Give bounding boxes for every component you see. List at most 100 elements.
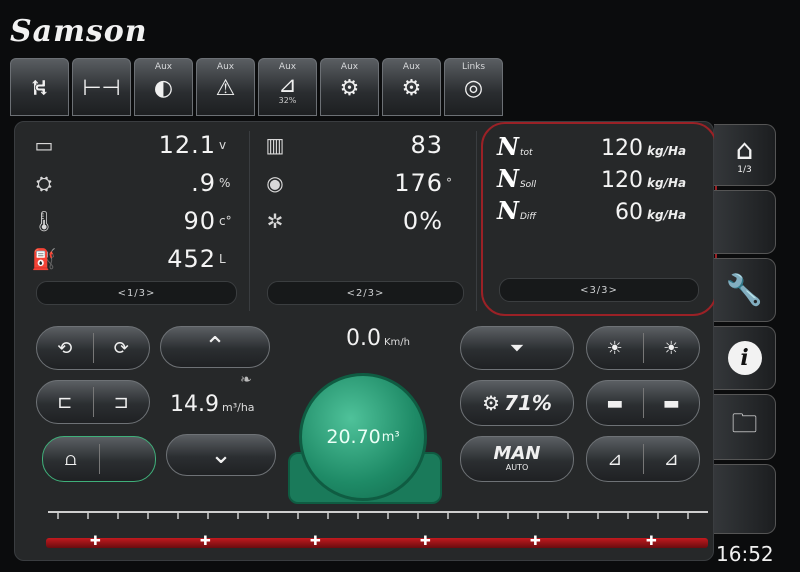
light-toggle-button[interactable]: ☀ ☀ <box>586 326 700 370</box>
work-light-left-icon: ☀ <box>606 337 623 359</box>
battery-row: ▭ 12.1 v <box>24 131 249 159</box>
spread-right-icon: ⊿ <box>663 448 679 470</box>
chevron-up-icon: ⌃ <box>204 332 226 362</box>
heading-row: ◉ 176 ° <box>255 169 476 197</box>
axle-icon: ⊢⊣ <box>82 76 121 101</box>
speed-readout: 0.0 Km/h <box>346 326 410 351</box>
n-sub: Soll <box>519 180 537 190</box>
n-sub: Diff <box>519 212 536 222</box>
beacon-icon: ⚠ <box>215 76 236 101</box>
engine-icon: ⛭ <box>36 171 52 195</box>
side-tab-empty[interactable] <box>714 190 776 254</box>
fuel-value: 452 <box>167 245 216 273</box>
fuel-unit: L <box>219 252 226 266</box>
rotate-left-icon: ⟲ <box>57 337 73 359</box>
map-icon: ▥ <box>265 133 285 157</box>
home-page-label: 1/3 <box>737 165 752 175</box>
n-soll-row: N Soll 120 kg/Ha <box>497 164 699 193</box>
wrench-icon: 🔧 <box>725 272 764 308</box>
tank-gauge[interactable]: 20.70 m³ <box>299 373 427 501</box>
side-tab-blank[interactable] <box>714 464 776 534</box>
battery-value: 12.1 <box>158 131 216 159</box>
hopper-icon: ⏷ <box>509 337 525 359</box>
pump-icon: ⚙ <box>401 76 422 101</box>
pager-1[interactable]: <1/3> <box>36 281 237 305</box>
temperature-value: 90 <box>183 207 216 235</box>
heading-value: 176 <box>394 169 443 197</box>
area-value: 83 <box>410 131 443 159</box>
rotate-right-icon: ⟳ <box>113 337 129 359</box>
side-tab-settings[interactable]: 🔧 <box>714 258 776 322</box>
engine-value: .9 <box>191 169 216 197</box>
n-total-value: 120 <box>601 136 643 161</box>
tab-aux-level[interactable]: Aux ⊿ 32% <box>258 58 317 116</box>
boom-fold-button[interactable]: ⊏ ⊐ <box>36 380 150 424</box>
man-label: MAN <box>493 443 541 464</box>
spreader-angle-button[interactable]: ⊿ ⊿ <box>586 436 700 482</box>
tab-links[interactable]: Links ◎ <box>444 58 503 116</box>
home-icon: ⌂ <box>735 133 754 166</box>
level-icon: ⊿ <box>278 73 297 98</box>
divider <box>98 443 100 475</box>
pager-2[interactable]: <2/3> <box>267 281 464 305</box>
tab-aux-pump[interactable]: Aux ⚙ <box>382 58 441 116</box>
auto-label: AUTO <box>505 463 529 472</box>
folder-icon: 🗀 <box>731 409 758 439</box>
brand-logo: Samson <box>10 14 148 49</box>
tab-aux-light[interactable]: Aux ◐ <box>134 58 193 116</box>
boom-sections <box>48 511 708 519</box>
pump-speed-button[interactable]: ⚙ 71% <box>460 380 574 426</box>
n-sub: tot <box>519 148 533 158</box>
rate-value: 14.9 <box>170 392 219 417</box>
tyre-icon: ◎ <box>463 76 484 101</box>
hitch-toggle-button[interactable]: ⩍ <box>42 436 156 482</box>
boom-ticks <box>57 512 689 519</box>
machine-status-section: ▭ 12.1 v ⛭ .9 % 🌡 90 c° ⛽ 452 L <1/3> <box>24 131 250 311</box>
tab-label: Aux <box>278 62 297 72</box>
n-soll-unit: kg/Ha <box>647 176 687 190</box>
section-marker-icon: ✚ <box>530 534 541 549</box>
n-diff-row: N Diff 60 kg/Ha <box>497 196 699 225</box>
rate-up-button[interactable]: ⌃ <box>160 326 270 368</box>
side-tab-info[interactable]: i <box>714 326 776 390</box>
tab-sub: 32% <box>278 96 297 105</box>
rotation-toggle-button[interactable]: ⟲ ⟳ <box>36 326 150 370</box>
tab-axle[interactable]: ⊢⊣ <box>72 58 131 116</box>
battery-unit: v <box>219 138 227 152</box>
man-auto-button[interactable]: MAN AUTO <box>460 436 574 482</box>
section-control-bar[interactable]: ✚ ✚ ✚ ✚ ✚ ✚ <box>46 534 708 549</box>
temperature-row: 🌡 90 c° <box>24 207 249 235</box>
hitch-icon: ⩍ <box>64 448 77 470</box>
hopper-button[interactable]: ⏷ <box>460 326 574 370</box>
valve-icon: ⚙ <box>339 76 360 101</box>
n-label: N <box>497 196 519 225</box>
wheel-slip-icon: ✲ <box>266 209 284 233</box>
field-status-section: ▥ 83 ◉ 176 ° ✲ 0% <2/3> <box>255 131 477 311</box>
fuel-row: ⛽ 452 L <box>24 245 249 273</box>
n-total-unit: kg/Ha <box>647 144 687 158</box>
chevron-down-icon: ⌄ <box>210 440 232 470</box>
side-tab-files[interactable]: 🗀 <box>714 394 776 460</box>
speed-value: 0.0 <box>346 326 381 351</box>
side-tab-home[interactable]: ⌂ 1/3 <box>714 124 776 186</box>
tab-aux-valve[interactable]: Aux ⚙ <box>320 58 379 116</box>
n-soll-value: 120 <box>601 168 643 193</box>
compass-icon: ◉ <box>266 171 284 195</box>
pager-3[interactable]: <3/3> <box>499 278 699 302</box>
rate-readout: 14.9 m³/ha <box>170 392 255 417</box>
tab-aux-beacon[interactable]: Aux ⚠ <box>196 58 255 116</box>
temperature-unit: c° <box>219 214 232 228</box>
tank-unit: m³ <box>381 429 400 445</box>
rate-down-button[interactable]: ⌄ <box>166 434 276 476</box>
leaf-icon: ❧ <box>240 372 252 388</box>
area-row: ▥ 83 <box>255 131 476 159</box>
spread-left-icon: ⊿ <box>607 448 623 470</box>
engine-unit: % <box>219 176 231 190</box>
tank-value: 20.70 <box>326 426 381 448</box>
n-total-row: N tot 120 kg/Ha <box>497 132 699 161</box>
clock: 16:52 <box>716 542 774 566</box>
slip-row: ✲ 0% <box>255 207 476 235</box>
trailer-toggle-button[interactable]: ▬ ▬ <box>586 380 700 426</box>
tab-lever[interactable]: ⛕ <box>10 58 69 116</box>
n-diff-value: 60 <box>615 200 643 225</box>
